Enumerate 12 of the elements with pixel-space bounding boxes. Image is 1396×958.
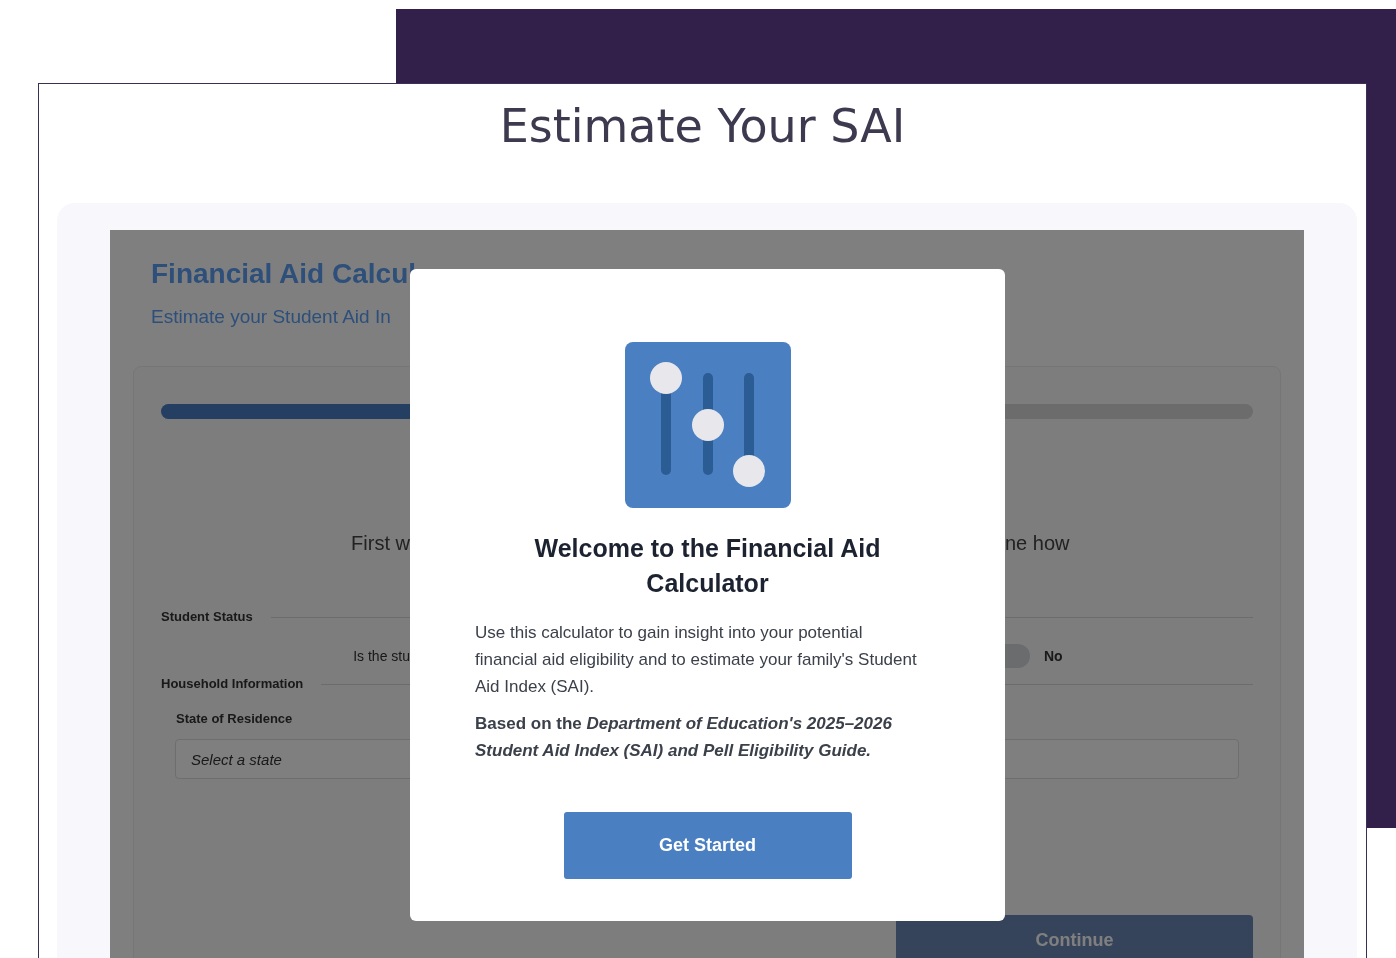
page-title: Estimate Your SAI [498, 98, 907, 155]
intro-text: ne how [1005, 531, 1071, 555]
question-text: Is the stu [352, 647, 410, 666]
option-label: No [1044, 648, 1063, 664]
modal-text: Based on the Department of Education's 2025–2026 Student Aid Index (SAI) and Pell Eligibility Guide. [475, 713, 893, 762]
modal-title: Welcome to the Financial Aid Calculator [533, 533, 882, 599]
section-heading: Household Information [161, 675, 304, 693]
field-label: State of Residence [176, 710, 293, 728]
modal-text: Use this calculator to gain insight into your potential financial aid eligibility and to estimate your family's Student Aid Index (SAI). [475, 622, 918, 698]
section-heading: Student Status [161, 608, 253, 626]
calculator-subtitle: Estimate your Student Aid In [151, 307, 392, 327]
intro-text: First w [350, 531, 410, 555]
